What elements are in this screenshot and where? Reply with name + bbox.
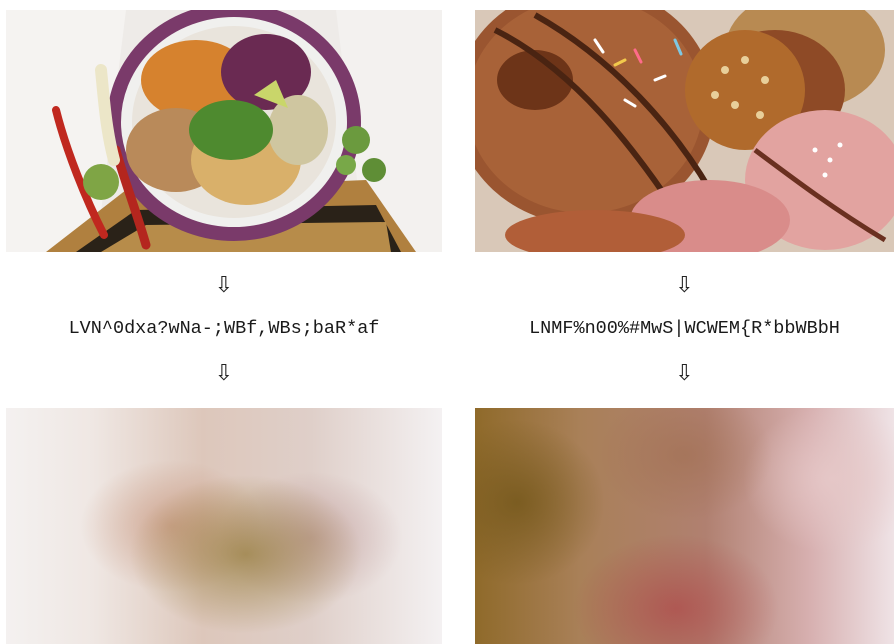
donuts-icon	[475, 10, 894, 252]
right-column: ⇩ LNMF%n00%#MwS|WCWEM{R*bbWBbH ⇩	[475, 0, 894, 644]
blurhash-string: LVN^0dxa?wNa-;WBf,WBs;baR*af	[68, 318, 380, 339]
down-arrow-icon: ⇩	[675, 273, 694, 298]
down-arrow-icon: ⇩	[214, 361, 234, 386]
blurhash-string: LNMF%n00%#MwS|WCWEM{R*bbWBbH	[529, 318, 840, 339]
blurred-donuts-icon	[475, 408, 894, 644]
down-arrow-icon: ⇩	[675, 361, 694, 386]
donut-photo	[475, 10, 894, 252]
salad-photo	[6, 10, 442, 252]
left-column: ⇩ LVN^0dxa?wNa-;WBf,WBs;baR*af ⇩	[6, 0, 442, 644]
blurred-salad-icon	[6, 408, 442, 644]
down-arrow-icon: ⇩	[214, 273, 234, 298]
blurred-preview-image	[475, 408, 894, 644]
blurred-preview-image	[6, 408, 442, 644]
salad-bowl-icon	[6, 10, 442, 252]
